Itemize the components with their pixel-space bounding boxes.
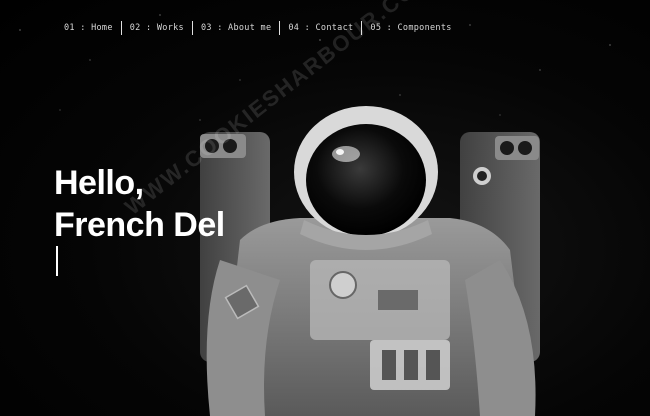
nav-divider xyxy=(120,21,122,35)
hero-line-2: French Del xyxy=(54,206,225,244)
hero-line-2-wrap: French Del xyxy=(54,204,225,276)
typing-cursor xyxy=(56,246,58,276)
nav-item-works[interactable]: 02 : Works xyxy=(126,23,188,33)
hero-heading: Hello, French Del xyxy=(54,162,225,276)
nav-divider xyxy=(279,21,281,35)
nav-item-components[interactable]: 05 : Components xyxy=(366,23,455,33)
nav-item-contact[interactable]: 04 : Contact xyxy=(284,23,357,33)
main-nav: 01 : Home 02 : Works 03 : About me 04 : … xyxy=(60,20,456,36)
page: WWW.COOKIESHARBOUR.COM 01 : Home 02 : Wo… xyxy=(0,0,650,416)
hero-line-1: Hello, xyxy=(54,164,144,202)
nav-item-about[interactable]: 03 : About me xyxy=(197,23,275,33)
nav-divider xyxy=(361,21,363,35)
astronaut-image xyxy=(200,106,540,416)
nav-divider xyxy=(191,21,193,35)
nav-item-home[interactable]: 01 : Home xyxy=(60,23,117,33)
